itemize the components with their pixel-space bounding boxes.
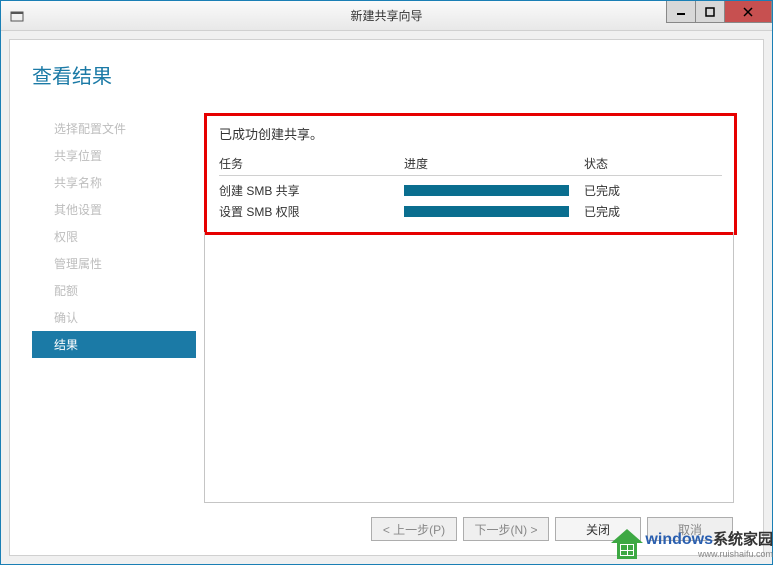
- task-status: 已完成: [584, 182, 722, 199]
- sidebar-item-share-name: 共享名称: [32, 169, 196, 196]
- table-header: 任务 进度 状态: [219, 155, 722, 176]
- table-row: 设置 SMB 权限 已完成: [219, 201, 722, 222]
- main-panel: 已成功创建共享。 任务 进度 状态 创建 SMB 共享 已完成: [204, 113, 741, 503]
- task-status: 已完成: [584, 203, 722, 220]
- brand-en: windows: [645, 531, 713, 548]
- brand-name: windows系统家园: [645, 532, 773, 548]
- col-header-status: 状态: [584, 155, 722, 172]
- watermark: windows系统家园 www.ruishaifu.com: [607, 525, 773, 565]
- progress-bar: [404, 185, 569, 196]
- result-highlight: 已成功创建共享。 任务 进度 状态 创建 SMB 共享 已完成: [204, 113, 737, 235]
- task-name: 设置 SMB 权限: [219, 203, 404, 220]
- house-icon: [607, 525, 647, 565]
- sidebar-item-other-settings: 其他设置: [32, 196, 196, 223]
- wizard-window: 新建共享向导 查看结果 选择配置文件 共享位置 共享名称 其他设置 权限 管理属…: [0, 0, 773, 565]
- brand-text: windows系统家园 www.ruishaifu.com: [645, 532, 773, 559]
- minimize-button[interactable]: [666, 1, 696, 23]
- brand-url: www.ruishaifu.com: [645, 549, 773, 559]
- prev-button: < 上一步(P): [371, 517, 457, 541]
- col-header-progress: 进度: [404, 155, 584, 172]
- titlebar: 新建共享向导: [1, 1, 772, 31]
- sidebar-item-select-profile: 选择配置文件: [32, 115, 196, 142]
- results-container: [204, 232, 734, 503]
- close-button[interactable]: [724, 1, 772, 23]
- progress-bar: [404, 206, 569, 217]
- sidebar-item-permissions: 权限: [32, 223, 196, 250]
- wizard-sidebar: 选择配置文件 共享位置 共享名称 其他设置 权限 管理属性 配额 确认 结果: [32, 113, 196, 503]
- sidebar-item-mgmt-props: 管理属性: [32, 250, 196, 277]
- task-progress: [404, 185, 584, 196]
- next-button: 下一步(N) >: [463, 517, 549, 541]
- sidebar-item-quota: 配额: [32, 277, 196, 304]
- sidebar-item-share-location: 共享位置: [32, 142, 196, 169]
- brand-cn: 系统家园: [713, 531, 773, 548]
- task-name: 创建 SMB 共享: [219, 182, 404, 199]
- content-area: 查看结果 选择配置文件 共享位置 共享名称 其他设置 权限 管理属性 配额 确认…: [9, 39, 764, 556]
- maximize-button[interactable]: [695, 1, 725, 23]
- task-table: 任务 进度 状态 创建 SMB 共享 已完成 设置 SMB 权限 已: [219, 155, 722, 222]
- table-row: 创建 SMB 共享 已完成: [219, 180, 722, 201]
- page-title: 查看结果: [32, 60, 741, 89]
- sidebar-item-confirm: 确认: [32, 304, 196, 331]
- status-message: 已成功创建共享。: [219, 124, 722, 143]
- app-icon: [7, 6, 27, 26]
- window-controls: [667, 1, 772, 23]
- body-row: 选择配置文件 共享位置 共享名称 其他设置 权限 管理属性 配额 确认 结果 已…: [32, 113, 741, 503]
- task-progress: [404, 206, 584, 217]
- sidebar-item-results: 结果: [32, 331, 196, 358]
- col-header-task: 任务: [219, 155, 404, 172]
- window-title: 新建共享向导: [350, 7, 422, 24]
